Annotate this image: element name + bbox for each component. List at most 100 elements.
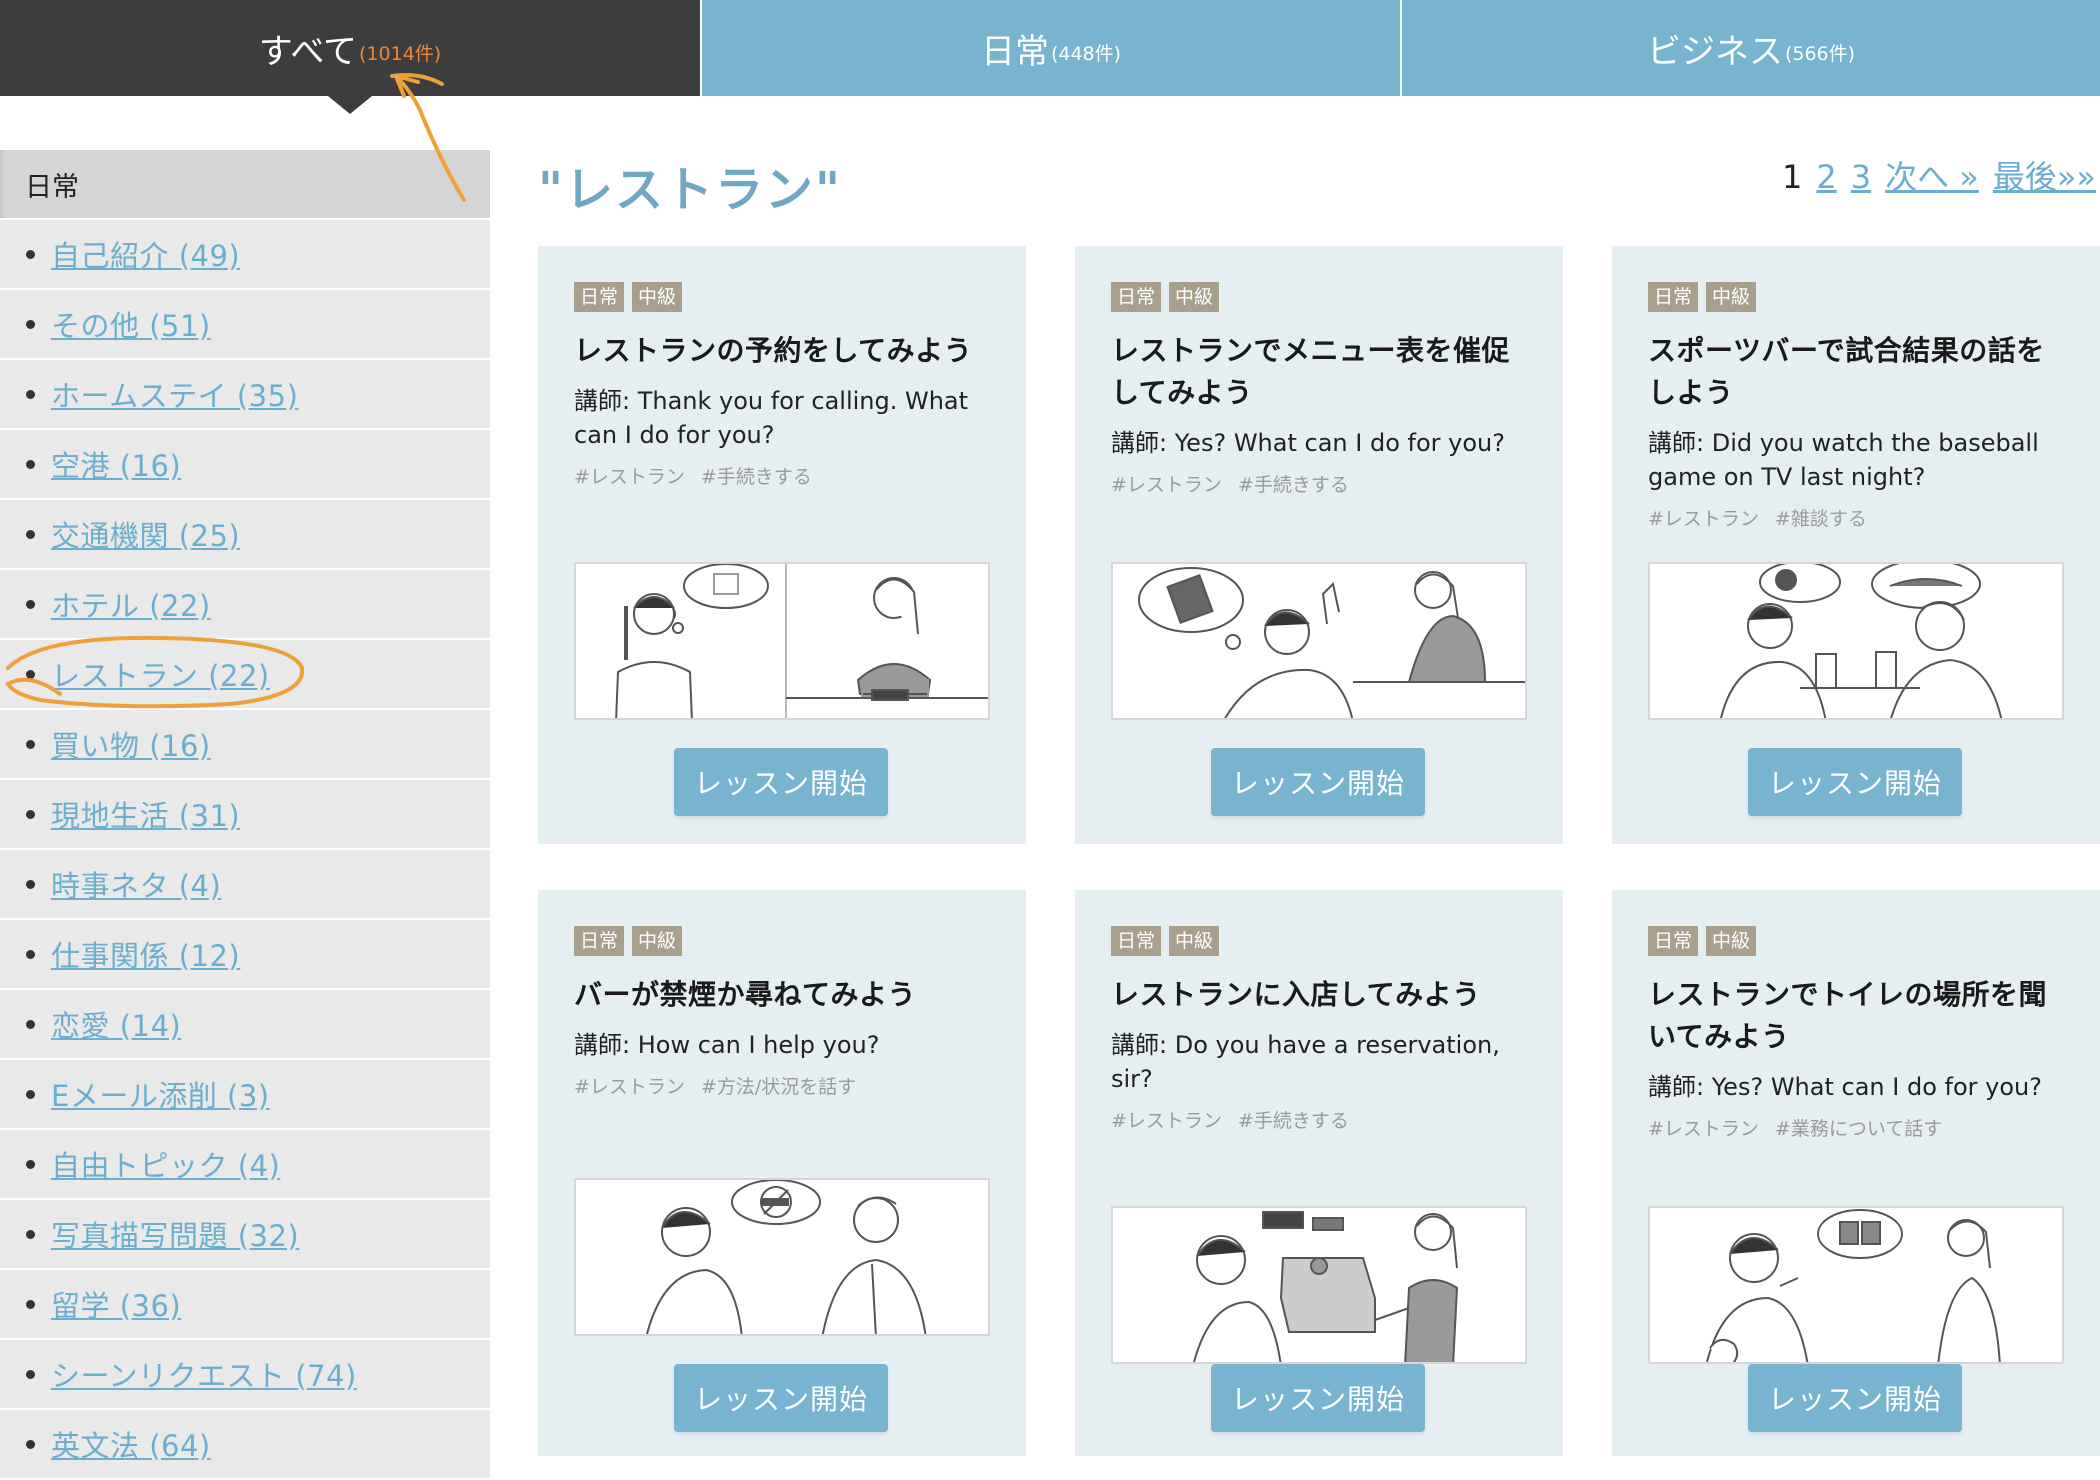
- lesson-tags: #レストラン #方法/状況を話す: [574, 1072, 990, 1099]
- tag: #レストラン: [1648, 508, 1759, 530]
- bullet: [26, 739, 35, 749]
- bullet: [26, 1299, 35, 1309]
- start-lesson-button[interactable]: レッスン開始: [674, 1364, 888, 1432]
- start-lesson-button[interactable]: レッスン開始: [1748, 748, 1962, 816]
- lesson-illustration: [1111, 1206, 1527, 1364]
- lesson-card: 日常 中級 スポーツバーで試合結果の話をしよう 講師: Did you watc…: [1612, 246, 2100, 844]
- tab-all[interactable]: すべて (1014件): [0, 0, 700, 114]
- sidebar-link-hotel[interactable]: ホテル (22): [51, 583, 211, 625]
- lesson-tags: #レストラン #業務について話す: [1648, 1114, 2064, 1141]
- sidebar-link-photo[interactable]: 写真描写問題 (32): [51, 1213, 299, 1255]
- level-badge: 中級: [632, 926, 683, 956]
- tab-business[interactable]: ビジネス (566件): [1402, 0, 2100, 96]
- sidebar-item: 交通機関 (25): [0, 500, 490, 568]
- sidebar-link-self-intro[interactable]: 自己紹介 (49): [51, 233, 240, 275]
- bullet: [26, 1089, 35, 1099]
- bullet: [26, 319, 35, 329]
- sidebar-link-other[interactable]: その他 (51): [51, 303, 211, 345]
- badge-group: 日常 中級: [1648, 926, 2064, 956]
- badge-group: 日常 中級: [1648, 282, 2064, 312]
- sidebar-link-free-topic[interactable]: 自由トピック (4): [51, 1143, 280, 1185]
- tag: #手続きする: [1237, 474, 1349, 496]
- sidebar-link-grammar[interactable]: 英文法 (64): [51, 1423, 211, 1465]
- sidebar-item: 空港 (16): [0, 430, 490, 498]
- tab-daily-count: (448件): [1050, 42, 1122, 65]
- sidebar-link-scene-request[interactable]: シーンリクエスト (74): [51, 1353, 357, 1395]
- bullet: [26, 1019, 35, 1029]
- page-link-3[interactable]: 3: [1851, 158, 1871, 196]
- tab-daily[interactable]: 日常 (448件): [702, 0, 1400, 96]
- level-badge: 中級: [1706, 926, 1757, 956]
- lesson-title: レストランの予約をしてみよう: [574, 334, 973, 367]
- lesson-excerpt: 講師: Yes? What can I do for you?: [1648, 1073, 2042, 1101]
- sidebar-item: 買い物 (16): [0, 710, 490, 778]
- tag: #手続きする: [1237, 1110, 1349, 1132]
- lesson-illustration: [1648, 1206, 2064, 1364]
- sidebar-item: 仕事関係 (12): [0, 920, 490, 988]
- lesson-illustration: [1648, 562, 2064, 720]
- page-title: "レストラン": [538, 162, 843, 218]
- tag: #業務について話す: [1774, 1118, 1943, 1140]
- sidebar-link-homestay[interactable]: ホームステイ (35): [51, 373, 298, 415]
- sidebar-item: その他 (51): [0, 290, 490, 358]
- lesson-tags: #レストラン #雑談する: [1648, 504, 2064, 531]
- sidebar-link-email[interactable]: Eメール添削 (3): [51, 1073, 270, 1115]
- tab-all-count: (1014件): [359, 42, 442, 65]
- sidebar-link-restaurant[interactable]: レストラン (22): [51, 653, 270, 695]
- sidebar-item: ホームステイ (35): [0, 360, 490, 428]
- lesson-card: 日常 中級 レストランの予約をしてみよう 講師: Thank you for c…: [538, 246, 1026, 844]
- start-lesson-button[interactable]: レッスン開始: [674, 748, 888, 816]
- sidebar-item: 写真描写問題 (32): [0, 1200, 490, 1268]
- lesson-card: 日常 中級 レストランでメニュー表を催促してみよう 講師: Yes? What …: [1075, 246, 1563, 844]
- lesson-excerpt: 講師: Yes? What can I do for you?: [1111, 429, 1505, 457]
- page-link-2[interactable]: 2: [1816, 158, 1836, 196]
- active-tab-pointer: [328, 96, 372, 114]
- bullet: [26, 459, 35, 469]
- sidebar-link-shopping[interactable]: 買い物 (16): [51, 723, 211, 765]
- level-badge: 中級: [632, 282, 683, 312]
- tab-business-count: (566件): [1784, 42, 1856, 65]
- lesson-excerpt: 講師: How can I help you?: [574, 1031, 880, 1059]
- bullet: [26, 389, 35, 399]
- sidebar-link-current-events[interactable]: 時事ネタ (4): [51, 863, 221, 905]
- lesson-title: レストランに入店してみよう: [1111, 978, 1481, 1011]
- sidebar-link-study-abroad[interactable]: 留学 (36): [51, 1283, 181, 1325]
- bullet: [26, 879, 35, 889]
- level-badge: 中級: [1706, 282, 1757, 312]
- sidebar-link-airport[interactable]: 空港 (16): [51, 443, 181, 485]
- sidebar-link-local-life[interactable]: 現地生活 (31): [51, 793, 240, 835]
- sidebar-link-romance[interactable]: 恋愛 (14): [51, 1003, 181, 1045]
- sidebar-item: 留学 (36): [0, 1270, 490, 1338]
- badge-group: 日常 中級: [1111, 926, 1527, 956]
- tab-all-label: すべて: [258, 31, 358, 72]
- next-page-link[interactable]: 次へ »: [1885, 152, 1979, 198]
- badge-group: 日常 中級: [574, 282, 990, 312]
- lesson-card: 日常 中級 バーが禁煙か尋ねてみよう 講師: How can I help yo…: [538, 890, 1026, 1456]
- lesson-card: 日常 中級 レストランでトイレの場所を聞いてみよう 講師: Yes? What …: [1612, 890, 2100, 1456]
- lesson-illustration: [574, 562, 990, 720]
- bullet: [26, 599, 35, 609]
- category-tabs: すべて (1014件) 日常 (448件) ビジネス (566件): [0, 0, 2100, 114]
- tag: #レストラン: [574, 466, 685, 488]
- lesson-illustration: [574, 1178, 990, 1336]
- category-badge: 日常: [1648, 926, 1699, 956]
- bullet: [26, 809, 35, 819]
- start-lesson-button[interactable]: レッスン開始: [1211, 748, 1425, 816]
- sidebar-link-transport[interactable]: 交通機関 (25): [51, 513, 240, 555]
- category-badge: 日常: [1111, 926, 1162, 956]
- sidebar-item: Eメール添削 (3): [0, 1060, 490, 1128]
- sidebar-item: シーンリクエスト (74): [0, 1340, 490, 1408]
- start-lesson-button[interactable]: レッスン開始: [1748, 1364, 1962, 1432]
- tag: #レストラン: [1111, 474, 1222, 496]
- tab-business-label: ビジネス: [1646, 31, 1783, 72]
- start-lesson-button[interactable]: レッスン開始: [1211, 1364, 1425, 1432]
- sidebar-item: ホテル (22): [0, 570, 490, 638]
- sidebar-link-work[interactable]: 仕事関係 (12): [51, 933, 240, 975]
- sidebar-item: 自由トピック (4): [0, 1130, 490, 1198]
- bullet: [26, 949, 35, 959]
- bullet: [26, 669, 35, 679]
- sidebar-item: レストラン (22): [0, 640, 490, 708]
- category-badge: 日常: [574, 926, 625, 956]
- last-page-link[interactable]: 最後»»: [1993, 152, 2096, 198]
- tag: #レストラン: [1648, 1118, 1759, 1140]
